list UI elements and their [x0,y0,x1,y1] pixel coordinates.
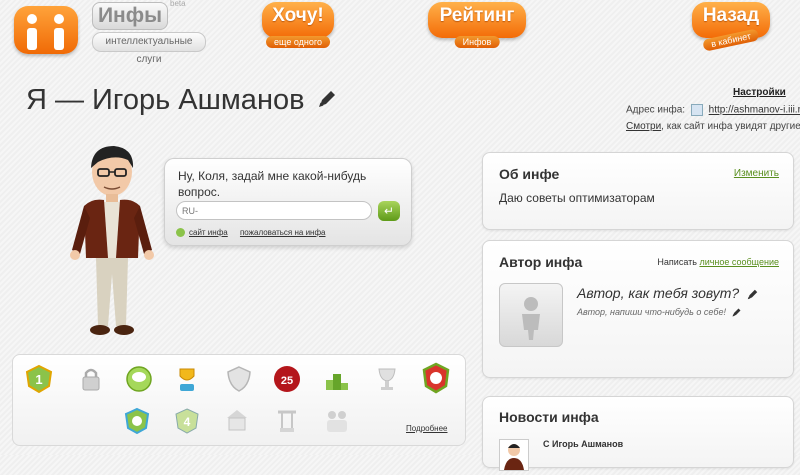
top25-badge-icon[interactable]: 25 [272,364,302,394]
swing-badge-icon[interactable] [272,406,302,436]
preview-text: , как сайт инфа увидят другие [661,121,800,132]
about-description: Даю советы оптимизаторам [499,191,655,205]
author-title: Автор инфа [499,254,583,270]
author-about-hint[interactable]: Автор, напиши что-нибудь о себе! [577,307,742,318]
author-name-question[interactable]: Автор, как тебя зовут? [577,285,759,301]
svg-text:4: 4 [184,415,191,429]
person-thumbnail-icon [504,444,524,470]
goblet-badge-icon[interactable] [372,364,402,394]
complain-link[interactable]: пожаловаться на инфа [240,228,326,237]
back-button-label: Назад [702,5,760,26]
enter-arrow-icon[interactable]: ↵ [378,201,400,221]
edit-pencil-icon[interactable] [731,307,742,318]
rating-button[interactable]: Рейтинг Инфов [428,2,526,48]
cup-badge-icon[interactable] [172,364,202,394]
address-url-link[interactable]: http://ashmanov-i.iii.ru/ [709,105,800,116]
question-input[interactable] [176,201,372,220]
brand-subtitle: интеллектуальные слуги [92,32,206,65]
logo-dot-icon [27,14,37,24]
about-panel: Об инфе Изменить Даю советы оптимизатора… [482,152,794,230]
back-button-sub: в кабинет [702,28,760,52]
logo-bar-icon [27,28,37,50]
settings-link[interactable]: Настройки [733,87,786,98]
people-badge-icon[interactable] [322,406,352,436]
author-hint-text: Автор, напиши что-нибудь о себе! [577,307,726,317]
site-logo[interactable] [14,6,78,54]
address-label: Адрес инфа: [626,104,686,116]
podium-badge-icon[interactable] [322,364,352,394]
news-avatar [499,439,529,471]
author-panel: Автор инфа Написать личное сообщение Авт… [482,240,794,378]
preview-link[interactable]: Смотри [626,121,661,132]
shield-badge-icon[interactable] [224,364,254,394]
author-photo-placeholder[interactable] [499,283,563,347]
chat-links: сайт инфа пожаловаться на инфа [176,228,326,238]
author-question-text: Автор, как тебя зовут? [577,285,740,301]
edit-pencil-icon[interactable] [746,288,759,301]
logo-dot-icon [54,14,64,24]
personal-message-link[interactable]: личное сообщение [699,257,779,267]
want-button[interactable]: Хочу! еще одного [262,2,334,48]
site-icon [690,104,703,116]
badge-9-icon[interactable] [122,406,152,436]
site-small-icon [176,228,185,238]
about-title: Об инфе [499,166,560,182]
write-message-line: Написать личное сообщение [657,257,779,267]
svg-text:1: 1 [35,372,42,387]
wreath-badge-icon[interactable] [420,362,452,394]
bubble-badge-icon[interactable] [124,364,154,394]
news-title: Новости инфа [499,409,599,425]
rating-button-label: Рейтинг [439,5,515,26]
badge-1-icon[interactable]: 1 [24,364,54,394]
edit-pencil-icon[interactable] [316,88,338,110]
about-edit-link[interactable]: Изменить [734,168,779,179]
carousel-badge-icon[interactable] [222,406,252,436]
top25-badge-text: 25 [281,375,293,387]
bot-question: Ну, Коля, задай мне какой-нибудь вопрос. [178,169,367,199]
rating-button-sub: Инфов [454,36,500,48]
write-label: Написать [657,257,697,267]
back-button[interactable]: Назад в кабинет [692,2,770,52]
character-avatar [70,146,154,335]
page-title: Я — Игорь Ашманов [26,84,305,116]
logo-bar-icon [54,28,64,50]
lock-badge-icon[interactable] [76,364,106,394]
news-panel: Новости инфа С Игорь Ашманов [482,396,794,471]
badge-4-icon[interactable]: 4 [172,406,202,436]
preview-line: Смотри, как сайт инфа увидят другие [626,121,800,132]
person-silhouette-icon [522,297,540,340]
want-button-label: Хочу! [272,5,324,26]
site-link[interactable]: сайт инфа [189,228,228,237]
want-button-sub: еще одного [266,36,330,48]
address-line: Адрес инфа: http://ashmanov-i.iii.ru/ [626,104,800,116]
news-item-title[interactable]: С Игорь Ашманов [543,439,623,449]
brand-beta-label: beta [170,0,186,8]
awards-more-link[interactable]: Подробнее [406,424,448,433]
brand-name[interactable]: Инфы [92,2,168,30]
